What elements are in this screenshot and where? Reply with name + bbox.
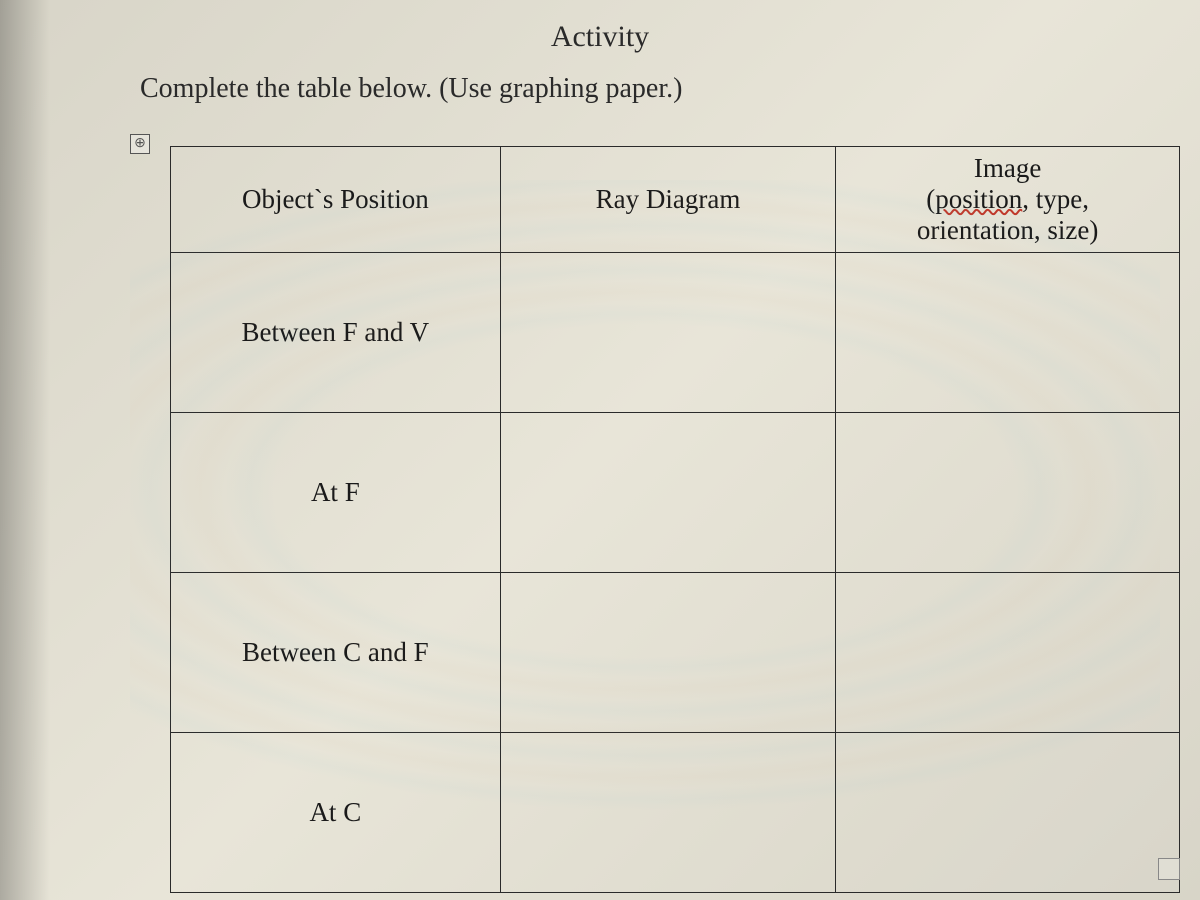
cell-ray-diagram: [500, 412, 836, 572]
table-anchor-icon: ⊕: [130, 134, 150, 154]
table-row: At F: [171, 412, 1180, 572]
activity-table-wrap: Object`s Position Ray Diagram Image (pos…: [170, 146, 1160, 893]
table-row: At C: [171, 732, 1180, 892]
cell-object-position: Between C and F: [171, 572, 501, 732]
cell-image: [836, 252, 1180, 412]
cell-object-position: At F: [171, 412, 501, 572]
header-image-line2-post: , type,: [1022, 184, 1089, 214]
header-image-position-word: position: [935, 184, 1022, 214]
resize-handle-icon: [1158, 858, 1180, 880]
instruction-text: Complete the table below. (Use graphing …: [140, 72, 682, 106]
cell-image: [836, 572, 1180, 732]
page-title: Activity: [40, 20, 1160, 54]
header-image-line3: orientation, size): [844, 215, 1171, 246]
cell-image: [836, 412, 1180, 572]
header-image-line2: (position, type,: [844, 184, 1171, 215]
header-image: Image (position, type, orientation, size…: [836, 146, 1180, 252]
cell-ray-diagram: [500, 252, 836, 412]
cell-image: [836, 732, 1180, 892]
table-row: Between C and F: [171, 572, 1180, 732]
header-object-position: Object`s Position: [171, 146, 501, 252]
table-header-row: Object`s Position Ray Diagram Image (pos…: [171, 146, 1180, 252]
cell-object-position: At C: [171, 732, 501, 892]
header-image-line1: Image: [844, 153, 1171, 184]
cell-ray-diagram: [500, 732, 836, 892]
anchor-glyph: ⊕: [134, 135, 146, 152]
instruction-row: Complete the table below. (Use graphing …: [140, 72, 1160, 106]
header-image-line2-pre: (: [926, 184, 935, 214]
header-ray-diagram: Ray Diagram: [500, 146, 836, 252]
table-row: Between F and V: [171, 252, 1180, 412]
cell-ray-diagram: [500, 572, 836, 732]
cell-object-position: Between F and V: [171, 252, 501, 412]
activity-table: Object`s Position Ray Diagram Image (pos…: [170, 146, 1180, 893]
